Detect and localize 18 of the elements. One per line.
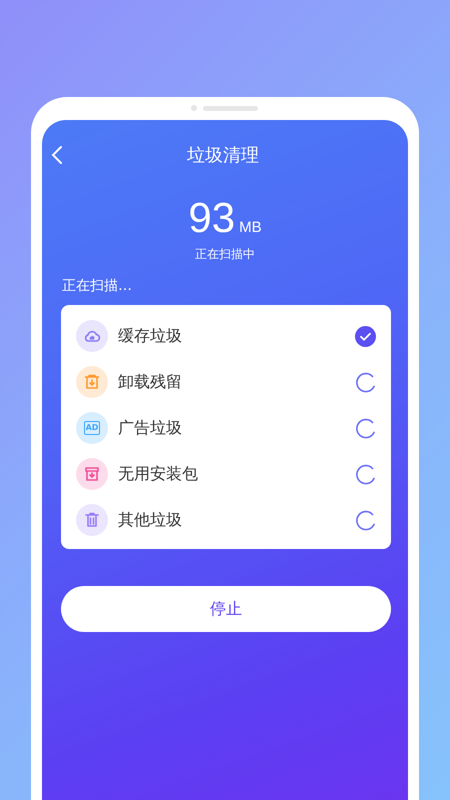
speaker-slot (203, 106, 258, 110)
page-title: 垃圾清理 (186, 144, 260, 167)
ad-icon: AD (84, 421, 100, 435)
item-label: 卸载残留 (118, 372, 183, 392)
item-label: 广告垃圾 (118, 418, 183, 438)
camera-dot (191, 105, 197, 111)
trash-icon (83, 511, 101, 529)
box-download-icon (83, 465, 101, 483)
stop-button[interactable]: 停止 (61, 586, 391, 632)
size-unit: MB (239, 219, 262, 236)
back-icon[interactable] (50, 145, 64, 165)
item-label: 缓存垃圾 (118, 326, 183, 346)
bin-download-icon (83, 373, 101, 391)
junk-size-value: 93 (188, 194, 236, 242)
item-label: 无用安装包 (118, 464, 199, 484)
item-label: 其他垃圾 (118, 510, 183, 530)
section-label: 正在扫描… (62, 277, 132, 295)
scan-status: 正在扫描中 (194, 246, 256, 263)
